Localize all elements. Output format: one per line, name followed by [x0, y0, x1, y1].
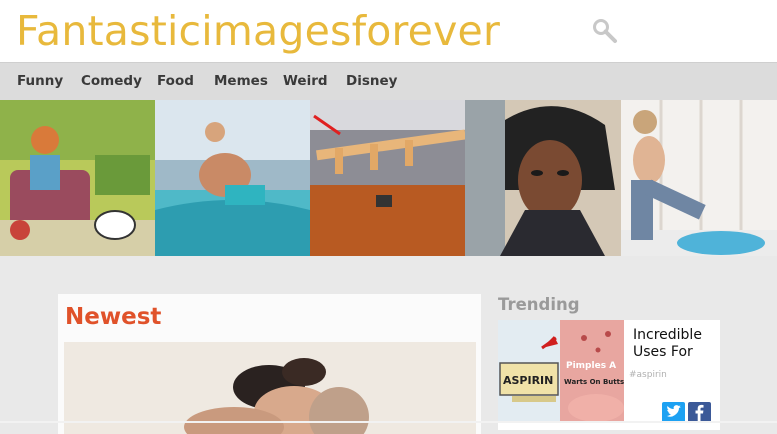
thumb-cartoon[interactable] — [0, 100, 155, 256]
aspirin-label: ASPIRIN — [503, 374, 553, 387]
newest-section: Newest — [58, 294, 481, 434]
thumb-pool[interactable] — [621, 100, 777, 256]
search-icon[interactable] — [590, 16, 620, 46]
site-header: Fantasticimagesforever — [0, 0, 777, 62]
trending-card-tag[interactable]: #aspirin — [629, 370, 667, 380]
trending-card-title[interactable]: Incredible Uses For — [633, 327, 717, 361]
thumb-shelf[interactable] — [310, 100, 465, 256]
nav-item-comedy[interactable]: Comedy — [81, 63, 142, 101]
thumb-portrait[interactable] — [465, 100, 621, 256]
trending-card-image: ASPIRIN Pimples A Warts On Butts — [498, 320, 624, 423]
facebook-share-button[interactable] — [688, 402, 711, 423]
nav-item-food[interactable]: Food — [157, 63, 194, 101]
site-logo[interactable]: Fantasticimagesforever — [16, 6, 500, 56]
nav-item-disney[interactable]: Disney — [346, 63, 397, 101]
trending-card[interactable]: ASPIRIN Pimples A Warts On Butts Incredi… — [498, 320, 720, 430]
nav-item-memes[interactable]: Memes — [214, 63, 268, 101]
twitter-share-button[interactable] — [662, 402, 685, 423]
nav-item-funny[interactable]: Funny — [17, 63, 63, 101]
pimples-label: Pimples A — [566, 361, 616, 371]
trending-heading: Trending — [498, 295, 580, 314]
twitter-icon — [667, 405, 681, 417]
featured-image-strip — [0, 100, 777, 256]
category-nav: Funny Comedy Food Memes Weird Disney — [0, 62, 777, 100]
facebook-icon — [695, 404, 704, 422]
newest-heading: Newest — [65, 304, 162, 330]
nav-item-weird[interactable]: Weird — [283, 63, 328, 101]
warts-label: Warts On Butts — [564, 378, 624, 386]
thumb-boat[interactable] — [155, 100, 310, 256]
